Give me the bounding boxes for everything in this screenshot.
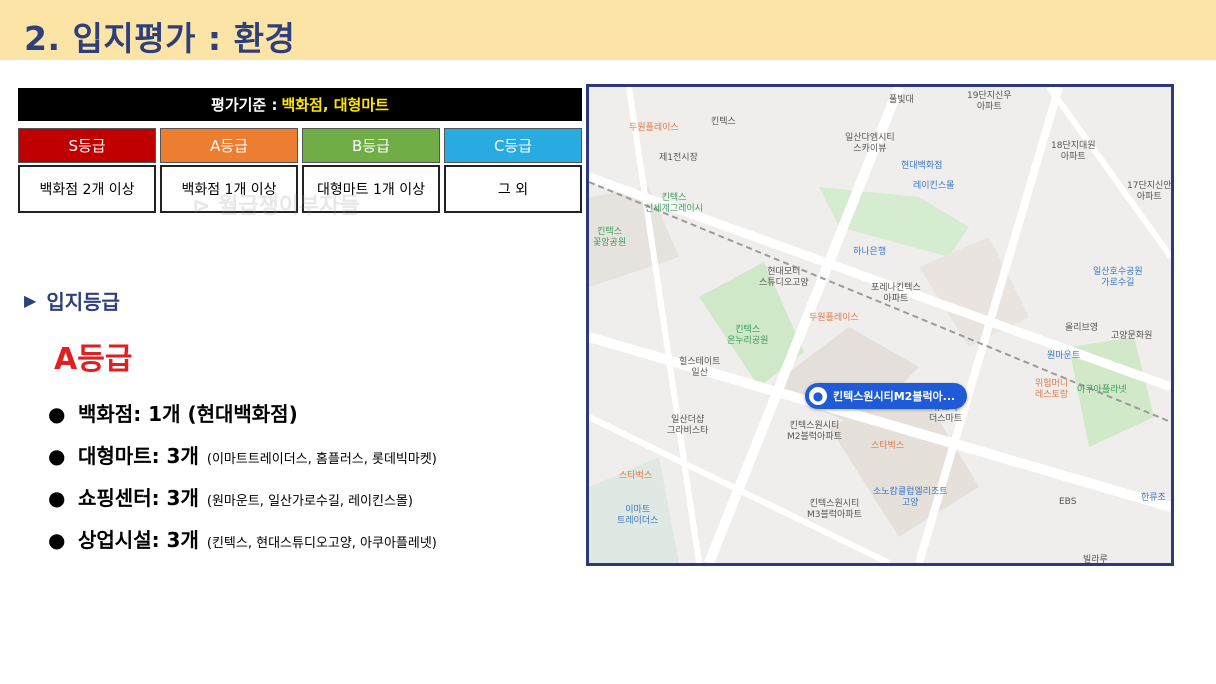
grade-c-cell: C등급 bbox=[444, 128, 582, 163]
map-label[interactable]: 레이킨스몰 bbox=[913, 181, 954, 192]
map-label[interactable]: 위험머니 레스토랑 bbox=[1035, 379, 1068, 401]
section-title-text: 입지등급 bbox=[46, 290, 120, 314]
location-grade: A등급 bbox=[54, 342, 133, 377]
map-label[interactable]: 킨텍스 꽃앙공원 bbox=[593, 227, 626, 249]
map-label[interactable]: EBS bbox=[1059, 497, 1076, 508]
grade-a-cell: A등급 bbox=[160, 128, 298, 163]
map-label[interactable]: 빌라루 bbox=[1083, 555, 1108, 563]
section-title: ▶ 입지등급 bbox=[24, 286, 120, 315]
map-label[interactable]: 하나은행 bbox=[853, 247, 886, 258]
location-pin[interactable]: ● 킨텍스원시티M2블럭아... bbox=[805, 383, 968, 409]
grade-s-cell: S등급 bbox=[18, 128, 156, 163]
map-label[interactable]: 19단지신우 아파트 bbox=[967, 91, 1012, 113]
bullet-dot-icon: ● bbox=[48, 528, 66, 552]
triangle-right-icon: ▶ bbox=[24, 291, 37, 310]
map-label[interactable]: 킨텍스원시티 M2블럭아파트 bbox=[787, 421, 842, 443]
list-item: ● 백화점: 1개 (현대백화점) bbox=[48, 398, 437, 440]
grade-a-desc: 백화점 1개 이상 bbox=[160, 165, 298, 213]
map-pin-icon: ● bbox=[809, 387, 827, 405]
list-item: ● 상업시설: 3개 (킨텍스, 현대스튜디오고양, 아쿠아플레넷) bbox=[48, 524, 437, 566]
map-label[interactable]: 두원플레이스 bbox=[809, 313, 859, 324]
bullet-dot-icon: ● bbox=[48, 486, 66, 510]
map-label[interactable]: 킨텍스원시티 M3블럭아파트 bbox=[807, 499, 862, 521]
bullet-list: ● 백화점: 1개 (현대백화점) ● 대형마트: 3개 (이마트트레이더스, … bbox=[48, 398, 437, 566]
map-label[interactable]: 스타벅스 bbox=[871, 441, 904, 452]
map-label[interactable]: 일산더샵 그라비스타 bbox=[667, 415, 708, 437]
bullet-dot-icon: ● bbox=[48, 402, 66, 426]
grade-desc-row: 백화점 2개 이상 백화점 1개 이상 대형마트 1개 이상 그 외 bbox=[18, 165, 582, 213]
map-label[interactable]: 올리브영 bbox=[1065, 323, 1098, 334]
map-label[interactable]: 킨텍스 온누리공원 bbox=[727, 325, 768, 347]
grade-b-cell: B등급 bbox=[302, 128, 440, 163]
list-item: ● 대형마트: 3개 (이마트트레이더스, 홈플러스, 롯데빅마켓) bbox=[48, 440, 437, 482]
pin-label: 킨텍스원시티M2블럭아... bbox=[833, 390, 956, 403]
map-label[interactable]: 일산다엠시티 스카이뷰 bbox=[845, 133, 895, 155]
grade-row: S등급 A등급 B등급 C등급 bbox=[18, 128, 582, 163]
map-label[interactable]: 힐스테이트 일산 bbox=[679, 357, 720, 379]
bullet-main: 백화점: 1개 (현대백화점) bbox=[78, 402, 298, 426]
criteria-highlight: 백화점, 대형마트 bbox=[281, 96, 389, 114]
map-label[interactable]: 풀빛대 bbox=[889, 95, 914, 106]
map-label[interactable]: 현대모터 스튜디오고양 bbox=[759, 267, 809, 289]
map-label[interactable]: 원마운트 bbox=[1047, 351, 1080, 362]
map-label[interactable]: 한류조 bbox=[1141, 493, 1166, 504]
title-bar: 2. 입지평가 : 환경 bbox=[0, 0, 1216, 60]
map-label[interactable]: 스타벅스 bbox=[619, 471, 652, 482]
list-item: ● 쇼핑센터: 3개 (원마운트, 일산가로수길, 레이킨스몰) bbox=[48, 482, 437, 524]
map-label[interactable]: 포레나킨텍스 아파트 bbox=[871, 283, 921, 305]
bullet-main: 대형마트: 3개 bbox=[78, 444, 199, 468]
bullet-detail: (원마운트, 일산가로수길, 레이킨스몰) bbox=[206, 494, 413, 509]
map-view[interactable]: 풀빛대 19단지신우 아파트 두원플레이스 킨텍스 일산다엠시티 스카이뷰 18단지… bbox=[586, 84, 1174, 566]
bullet-dot-icon: ● bbox=[48, 444, 66, 468]
grade-b-desc: 대형마트 1개 이상 bbox=[302, 165, 440, 213]
bullet-main: 쇼핑센터: 3개 bbox=[78, 486, 199, 510]
map-label[interactable]: 두원플레이스 bbox=[629, 123, 679, 134]
map-label[interactable]: 아쿠아플라넷 bbox=[1077, 385, 1127, 396]
bullet-main: 상업시설: 3개 bbox=[78, 528, 199, 552]
criteria-header: 평가기준 : 백화점, 대형마트 bbox=[18, 88, 582, 121]
map-label[interactable]: 17단지신안 아파트 bbox=[1127, 181, 1171, 203]
map-label[interactable]: 이마트 트레이더스 bbox=[617, 505, 658, 527]
map-label[interactable]: 제1전시장 bbox=[659, 153, 698, 164]
grade-c-desc: 그 외 bbox=[444, 165, 582, 213]
page-title: 2. 입지평가 : 환경 bbox=[24, 19, 296, 58]
bullet-detail: (킨텍스, 현대스튜디오고양, 아쿠아플레넷) bbox=[206, 536, 437, 551]
map-label[interactable]: 소노캄클럽엘리조트 고양 bbox=[873, 487, 948, 509]
map-label[interactable]: 킨텍스 신세계그레이시 bbox=[645, 193, 703, 215]
criteria-prefix: 평가기준 : bbox=[211, 96, 278, 114]
map-label[interactable]: 킨텍스 bbox=[711, 117, 736, 128]
map-label[interactable]: 일산호수공원 가로수길 bbox=[1093, 267, 1143, 289]
map-label[interactable]: 18단지대원 아파트 bbox=[1051, 141, 1096, 163]
map-label[interactable]: 현대백화점 bbox=[901, 161, 942, 172]
bullet-detail: (이마트트레이더스, 홈플러스, 롯데빅마켓) bbox=[206, 452, 437, 467]
grade-s-desc: 백화점 2개 이상 bbox=[18, 165, 156, 213]
map-label[interactable]: 고양문화원 bbox=[1111, 331, 1152, 342]
